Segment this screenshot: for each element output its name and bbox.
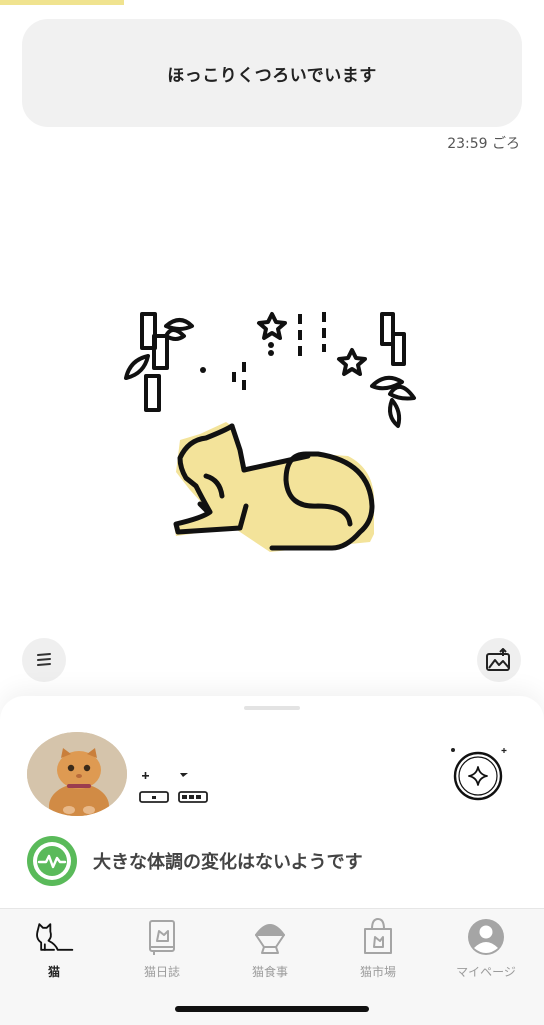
tab-food[interactable]: 猫食事 — [216, 915, 324, 985]
tab-journal[interactable]: 猫日誌 — [108, 915, 216, 985]
image-share-icon — [486, 648, 510, 671]
status-timestamp: 23:59 ごろ — [447, 136, 520, 152]
tab-label: マイページ — [456, 965, 516, 979]
tab-label: 猫日誌 — [143, 965, 180, 979]
tab-label: 猫 — [47, 965, 60, 979]
health-status-text: 大きな体調の変化はないようです — [93, 852, 363, 873]
home-indicator[interactable] — [175, 1006, 369, 1012]
list-icon — [37, 653, 51, 666]
status-message: ほっこりくつろいでいます — [167, 65, 377, 86]
sheet-drag-handle[interactable] — [244, 706, 300, 710]
journal-icon — [149, 920, 175, 955]
tab-mypage[interactable]: マイページ — [432, 915, 540, 985]
cat-avatar[interactable] — [27, 732, 127, 816]
cat-photo — [27, 732, 127, 816]
sparkle-icon — [468, 766, 488, 786]
heartbeat-icon — [27, 836, 77, 886]
tab-cat[interactable]: 猫 — [0, 915, 108, 985]
tab-label: 猫市場 — [359, 965, 396, 979]
condition-meters — [139, 772, 208, 803]
share-image-button[interactable] — [477, 638, 521, 682]
star-icon — [257, 312, 287, 340]
star-icon — [337, 348, 367, 376]
food-bowl-icon — [255, 924, 285, 954]
cat-status-sheet: 大きな体調の変化はないようです — [0, 696, 544, 908]
bamboo-left-icon — [124, 312, 194, 412]
menu-button[interactable] — [22, 638, 66, 682]
tab-market[interactable]: 猫市場 — [324, 915, 432, 985]
bamboo-right-icon — [370, 312, 416, 428]
user-icon — [468, 919, 504, 955]
status-card: ほっこりくつろいでいます — [22, 19, 522, 127]
tab-label: 猫食事 — [251, 965, 288, 979]
health-status-row[interactable]: 大きな体調の変化はないようです — [27, 836, 363, 886]
sparkle-button[interactable] — [447, 744, 509, 806]
resting-cat-illustration — [124, 312, 416, 552]
top-progress-accent — [0, 0, 124, 5]
shopping-bag-icon — [364, 918, 392, 954]
cat-icon — [36, 923, 74, 951]
